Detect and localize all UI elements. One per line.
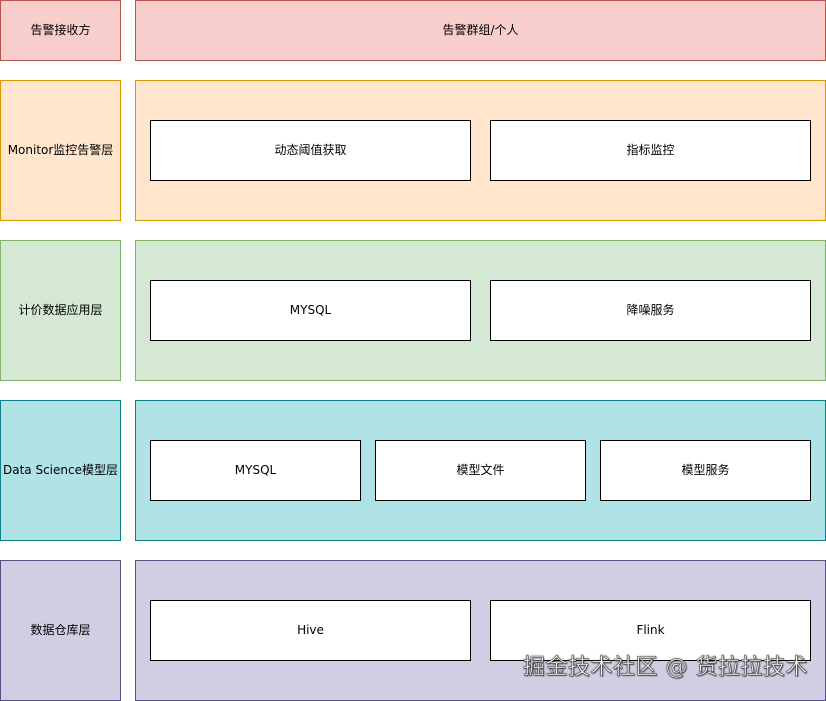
monitor-layer-label: Monitor监控告警层 xyxy=(0,80,121,221)
denoise-service-text: 降噪服务 xyxy=(626,303,675,318)
denoise-service-box: 降噪服务 xyxy=(490,280,811,341)
alert-recipient-text: 告警群组/个人 xyxy=(442,23,519,38)
flink-text: Flink xyxy=(636,623,665,638)
data-science-layer-label: Data Science模型层 xyxy=(0,400,121,541)
dynamic-threshold-text: 动态阈值获取 xyxy=(274,143,347,158)
alert-layer-label: 告警接收方 xyxy=(0,0,121,61)
alert-layer-label-text: 告警接收方 xyxy=(30,23,91,38)
metric-monitor-text: 指标监控 xyxy=(626,143,675,158)
pricing-layer-label: 计价数据应用层 xyxy=(0,240,121,381)
dynamic-threshold-box: 动态阈值获取 xyxy=(150,120,471,181)
pricing-mysql-box: MYSQL xyxy=(150,280,471,341)
hive-box: Hive xyxy=(150,600,471,661)
data-science-layer-label-text: Data Science模型层 xyxy=(3,463,118,478)
ds-mysql-box: MYSQL xyxy=(150,440,361,501)
model-service-box: 模型服务 xyxy=(600,440,811,501)
monitor-layer-label-text: Monitor监控告警层 xyxy=(7,143,114,158)
pricing-layer-label-text: 计价数据应用层 xyxy=(18,303,103,318)
model-file-text: 模型文件 xyxy=(456,463,505,478)
metric-monitor-box: 指标监控 xyxy=(490,120,811,181)
watermark-text: 掘金技术社区 @ 货拉拉技术 xyxy=(523,655,808,681)
ds-mysql-text: MYSQL xyxy=(234,463,277,478)
alert-layer-panel: 告警群组/个人 xyxy=(135,0,826,61)
data-warehouse-layer-label: 数据仓库层 xyxy=(0,560,121,701)
model-service-text: 模型服务 xyxy=(681,463,730,478)
hive-text: Hive xyxy=(297,623,324,638)
data-warehouse-layer-label-text: 数据仓库层 xyxy=(30,623,91,638)
model-file-box: 模型文件 xyxy=(375,440,586,501)
pricing-mysql-text: MYSQL xyxy=(289,303,332,318)
